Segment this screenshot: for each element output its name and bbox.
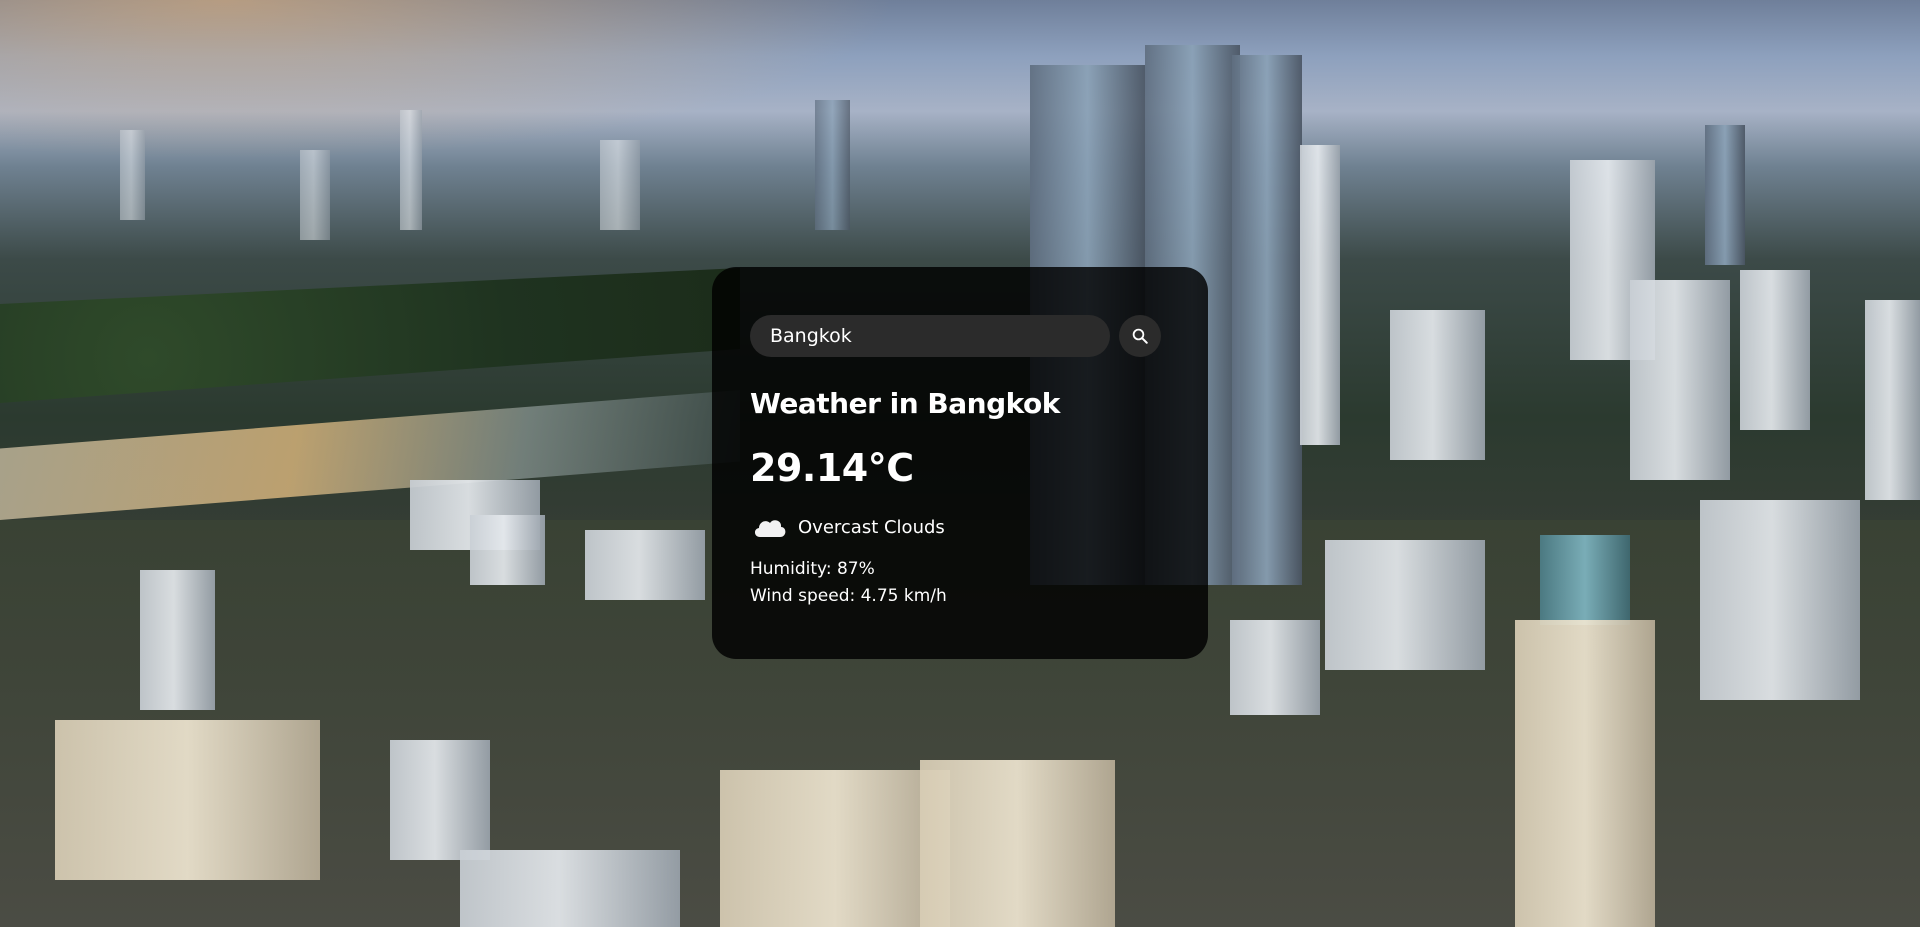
building (400, 110, 422, 230)
building (720, 770, 950, 927)
wind-speed: Wind speed: 4.75 km/h (750, 586, 947, 606)
building (1325, 540, 1485, 670)
building (1700, 500, 1860, 700)
temperature: 29.14°C (750, 446, 914, 490)
weather-title: Weather in Bangkok (750, 387, 1060, 420)
building (920, 760, 1115, 927)
building (1705, 125, 1745, 265)
building (1300, 145, 1340, 445)
search-button[interactable] (1119, 315, 1161, 357)
building (1230, 620, 1320, 715)
building (1540, 535, 1630, 625)
building (470, 515, 545, 585)
cloud-icon (754, 520, 786, 537)
building (815, 100, 850, 230)
weather-description: Overcast Clouds (798, 516, 945, 538)
building (585, 530, 705, 600)
building (600, 140, 640, 230)
weather-card: Weather in Bangkok 29.14°C Overcast Clou… (712, 267, 1208, 659)
building (120, 130, 145, 220)
building (140, 570, 215, 710)
search-input[interactable] (750, 315, 1110, 357)
building (300, 150, 330, 240)
building (390, 740, 490, 860)
building (1740, 270, 1810, 430)
search-bar (750, 315, 1170, 357)
weather-stats: Humidity: 87% Wind speed: 4.75 km/h (750, 556, 1170, 610)
building (1390, 310, 1485, 460)
humidity: Humidity: 87% (750, 559, 875, 579)
building (1515, 620, 1655, 927)
building (1865, 300, 1920, 500)
building (1232, 55, 1302, 585)
search-icon (1132, 328, 1148, 344)
building (1630, 280, 1730, 480)
building (460, 850, 680, 927)
river (0, 390, 740, 520)
building (55, 720, 320, 880)
weather-description-row: Overcast Clouds (750, 512, 1170, 542)
